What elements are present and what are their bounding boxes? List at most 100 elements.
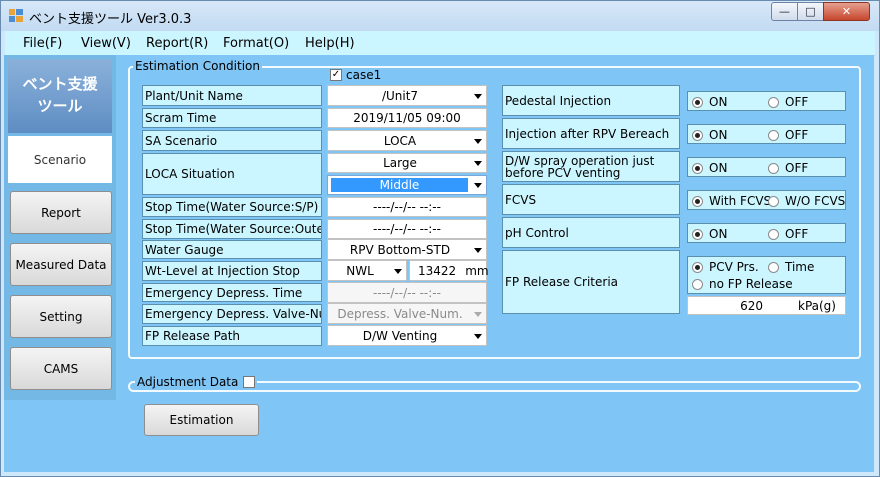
injection-after-rpv-radio-group: ON OFF xyxy=(687,124,846,144)
measured-data-button[interactable]: Measured Data xyxy=(10,243,112,286)
pedestal-off-label: OFF xyxy=(785,95,809,109)
fp-criteria-pressure-value: 620 xyxy=(740,298,763,313)
setting-button[interactable]: Setting xyxy=(10,295,112,338)
logo-line-1: ベント支援 xyxy=(22,75,98,93)
scram-time-label: Scram Time xyxy=(142,108,322,128)
adjustment-data-label: Adjustment Data xyxy=(137,375,239,389)
menu-file[interactable]: File(F) xyxy=(23,36,62,51)
wo-fcvs-label: W/O FCVS xyxy=(785,194,846,208)
loca-size-value: Large xyxy=(383,156,417,170)
radio-selected-icon xyxy=(692,195,703,207)
adjustment-data-checkbox[interactable]: Adjustment Data xyxy=(135,375,258,389)
radio-empty-icon xyxy=(768,228,779,240)
wt-level-field[interactable]: 13422 mm xyxy=(409,260,489,281)
menu-view[interactable]: View(V) xyxy=(81,36,131,51)
chevron-down-icon xyxy=(394,268,402,274)
stop-time-sp-field[interactable]: ----/--/-- --:-- xyxy=(327,197,487,217)
fp-criteria-pressure-unit: kPa(g) xyxy=(798,298,836,313)
radio-empty-icon xyxy=(692,278,703,290)
plant-unit-label: Plant/Unit Name xyxy=(142,85,322,106)
after-rpv-off-radio[interactable]: OFF xyxy=(768,128,808,142)
wt-level-select[interactable]: NWL xyxy=(327,260,407,281)
pedestal-off-radio[interactable]: OFF xyxy=(768,95,808,109)
emergency-depress-time-field[interactable]: ----/--/-- --:-- xyxy=(327,282,487,303)
fp-criteria-pressure-field[interactable]: 620 kPa(g) xyxy=(687,296,846,315)
radio-empty-icon xyxy=(768,162,779,174)
loca-size-select[interactable]: Large xyxy=(327,153,487,173)
ph-off-label: OFF xyxy=(785,227,809,241)
radio-selected-icon xyxy=(692,162,703,174)
no-fp-release-radio[interactable]: no FP Release xyxy=(692,277,793,291)
fp-release-criteria-radio-group: PCV Prs. Time no FP Release xyxy=(687,256,846,294)
stop-time-outer-field[interactable]: ----/--/-- --:-- xyxy=(327,219,487,239)
radio-selected-icon xyxy=(692,129,703,141)
wo-fcvs-radio[interactable]: W/O FCVS xyxy=(768,194,845,208)
injection-after-rpv-label: Injection after RPV Bereach xyxy=(502,118,680,149)
time-label: Time xyxy=(785,260,815,274)
close-button[interactable]: ✕ xyxy=(823,2,870,21)
report-button[interactable]: Report xyxy=(10,191,112,234)
dw-spray-on-radio[interactable]: ON xyxy=(692,161,727,175)
menu-report[interactable]: Report(R) xyxy=(146,36,208,51)
pedestal-on-radio[interactable]: ON xyxy=(692,95,727,109)
emergency-depress-valve-label: Emergency Depress. Valve-Num. xyxy=(142,304,322,324)
radio-selected-icon xyxy=(692,228,703,240)
radio-selected-icon xyxy=(692,261,703,273)
chevron-down-icon xyxy=(474,183,482,188)
maximize-button[interactable]: □ xyxy=(797,2,824,21)
water-gauge-label: Water Gauge xyxy=(142,240,322,259)
radio-selected-icon xyxy=(692,96,703,108)
loca-situation-label: LOCA Situation xyxy=(142,153,322,195)
ph-off-radio[interactable]: OFF xyxy=(768,227,808,241)
fp-release-path-select[interactable]: D/W Venting xyxy=(327,325,487,346)
menu-help[interactable]: Help(H) xyxy=(305,36,355,51)
minimize-button[interactable]: — xyxy=(771,2,798,21)
wt-level-select-value: NWL xyxy=(346,263,374,278)
with-fcvs-label: With FCVS xyxy=(709,194,772,208)
plant-unit-select[interactable]: /Unit7 xyxy=(327,85,487,106)
loca-break-value: Middle xyxy=(331,178,468,192)
app-icon xyxy=(9,9,23,22)
pcv-prs-label: PCV Prs. xyxy=(709,260,759,274)
case1-checkbox[interactable]: ✓ case1 xyxy=(330,68,381,82)
app-logo: ベント支援 ツール xyxy=(8,59,112,133)
dw-spray-off-radio[interactable]: OFF xyxy=(768,161,808,175)
scram-time-field[interactable]: 2019/11/05 09:00 xyxy=(327,108,487,128)
after-rpv-on-radio[interactable]: ON xyxy=(692,128,727,142)
emergency-depress-valve-select[interactable]: Depress. Valve-Num. xyxy=(327,303,487,324)
chevron-down-icon xyxy=(474,161,482,166)
radio-empty-icon xyxy=(768,129,779,141)
pcv-prs-radio[interactable]: PCV Prs. xyxy=(692,260,759,274)
checkbox-empty-icon xyxy=(243,376,256,388)
pedestal-injection-label: Pedestal Injection xyxy=(502,85,680,116)
checkbox-check-icon: ✓ xyxy=(330,69,342,81)
radio-empty-icon xyxy=(768,195,779,207)
with-fcvs-radio[interactable]: With FCVS xyxy=(692,194,771,208)
dw-spray-off-label: OFF xyxy=(785,161,809,175)
window-title: ベント支援ツール Ver3.0.3 xyxy=(29,12,192,27)
stop-time-sp-label: Stop Time(Water Source:S/P) xyxy=(142,197,322,217)
no-fp-release-label: no FP Release xyxy=(709,277,793,291)
chevron-down-icon xyxy=(474,247,482,253)
fcvs-radio-group: With FCVS W/O FCVS xyxy=(687,190,846,210)
pedestal-on-label: ON xyxy=(709,95,728,109)
menu-bar: File(F) View(V) Report(R) Format(O) Help… xyxy=(5,31,875,56)
wt-level-unit: mm xyxy=(465,263,489,278)
menu-format[interactable]: Format(O) xyxy=(223,36,289,51)
chevron-down-icon xyxy=(474,311,482,317)
case1-label: case1 xyxy=(346,68,382,82)
wt-level-label: Wt-Level at Injection Stop xyxy=(142,261,322,281)
dw-spray-on-label: ON xyxy=(709,161,728,175)
sa-scenario-select[interactable]: LOCA xyxy=(327,130,487,151)
ph-on-radio[interactable]: ON xyxy=(692,227,727,241)
title-bar[interactable]: ベント支援ツール Ver3.0.3 — □ ✕ xyxy=(1,1,879,31)
loca-break-select[interactable]: Middle xyxy=(327,175,487,195)
water-gauge-value: RPV Bottom-STD xyxy=(349,242,451,257)
cams-button[interactable]: CAMS xyxy=(10,347,112,390)
fp-release-path-value: D/W Venting xyxy=(362,328,438,343)
wt-level-value: 13422 xyxy=(418,263,457,278)
estimation-button[interactable]: Estimation xyxy=(144,404,259,436)
water-gauge-select[interactable]: RPV Bottom-STD xyxy=(327,239,487,260)
time-radio[interactable]: Time xyxy=(768,260,814,274)
scenario-tab[interactable]: Scenario xyxy=(8,136,112,183)
